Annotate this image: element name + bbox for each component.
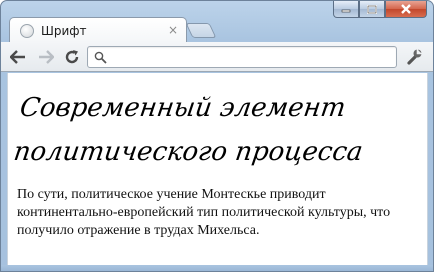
page-content: Современный элемент политического процес… <box>7 73 428 267</box>
tab-active[interactable]: Шрифт × <box>9 17 187 43</box>
reload-icon <box>65 50 79 64</box>
reload-button[interactable] <box>63 48 81 66</box>
omnibox[interactable] <box>87 46 397 68</box>
new-tab-button[interactable] <box>185 23 217 38</box>
minimize-icon <box>341 9 351 13</box>
window-bottom-edge <box>1 265 433 271</box>
menu-button[interactable] <box>405 48 423 70</box>
forward-button[interactable] <box>37 48 55 66</box>
maximize-button[interactable] <box>359 1 385 18</box>
maximize-icon <box>367 4 377 14</box>
page-heading: Современный элемент политического процес… <box>11 93 365 167</box>
globe-icon <box>20 24 34 38</box>
close-icon <box>401 4 411 14</box>
arrow-right-icon <box>39 50 54 64</box>
arrow-left-icon <box>10 50 25 64</box>
search-icon <box>94 51 107 64</box>
close-window-button[interactable] <box>385 1 427 18</box>
tab-close-button[interactable]: × <box>168 23 178 37</box>
wrench-icon <box>407 49 422 65</box>
browser-window: Шрифт × Современный элемент политическог… <box>0 0 434 272</box>
back-button[interactable] <box>9 48 27 66</box>
address-input[interactable] <box>112 49 392 65</box>
minimize-button[interactable] <box>333 1 359 18</box>
toolbar <box>1 42 433 72</box>
tab-title: Шрифт <box>41 24 87 38</box>
window-controls <box>333 1 427 19</box>
page-paragraph: По сути, политическое учение Монтескье п… <box>17 187 391 238</box>
